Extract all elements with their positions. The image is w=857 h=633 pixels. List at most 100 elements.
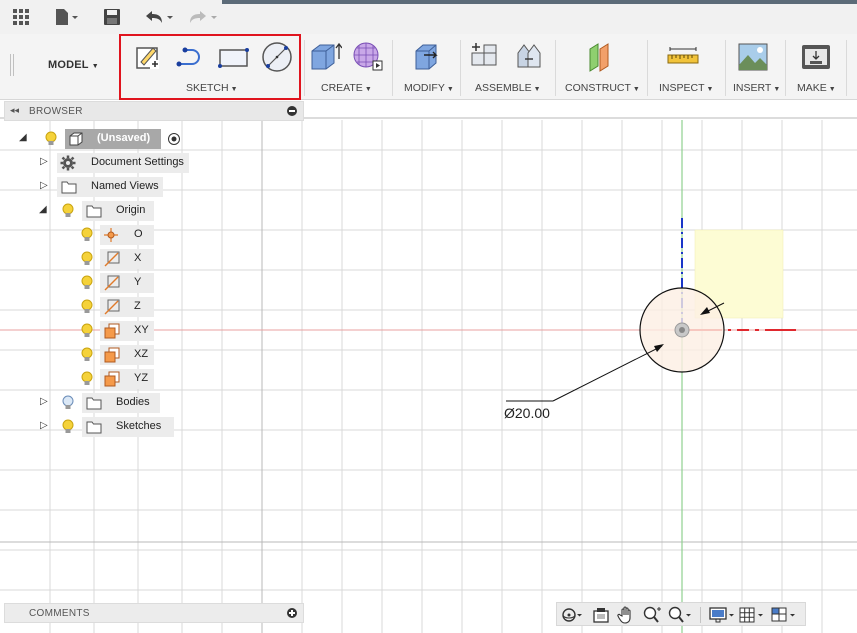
browser-item-label: XY: [134, 324, 149, 336]
ribbon-grip[interactable]: [10, 54, 14, 76]
visibility-bulb-icon[interactable]: [61, 394, 75, 412]
ribbon-separator: [460, 40, 461, 96]
make-group-menu[interactable]: MAKE ▼: [797, 82, 836, 94]
browser-panel-header[interactable]: ◂◂ BROWSER: [4, 101, 304, 121]
plane-icon: [104, 347, 120, 363]
add-comment-icon[interactable]: [287, 608, 297, 618]
visibility-bulb-icon[interactable]: [44, 130, 58, 148]
offset-plane-icon[interactable]: [584, 40, 618, 74]
expand-triangle-icon[interactable]: ▷: [40, 156, 48, 167]
expand-triangle-icon[interactable]: ◢: [19, 132, 27, 143]
browser-item-sketches[interactable]: ▷ Sketches: [0, 416, 200, 438]
expand-triangle-icon[interactable]: ◢: [39, 204, 47, 215]
collapse-panel-icon[interactable]: ◂◂: [10, 105, 19, 116]
orbit-icon[interactable]: [560, 606, 584, 624]
browser-item-xy-plane[interactable]: XY: [0, 320, 200, 342]
visibility-bulb-icon[interactable]: [80, 298, 94, 316]
axis-icon: [104, 251, 120, 267]
ribbon-separator: [725, 40, 726, 96]
browser-item-named-views[interactable]: ▷ Named Views: [0, 176, 200, 198]
axis-icon: [104, 299, 120, 315]
visibility-bulb-icon[interactable]: [80, 370, 94, 388]
nav-separator: [700, 607, 701, 623]
insert-image-icon[interactable]: [736, 40, 770, 74]
expand-triangle-icon[interactable]: ▷: [40, 396, 48, 407]
data-panel-grid-icon[interactable]: [12, 8, 30, 26]
browser-item-xz-plane[interactable]: XZ: [0, 344, 200, 366]
plane-icon: [104, 323, 120, 339]
chevron-down-icon: ▼: [828, 86, 836, 93]
visibility-bulb-icon[interactable]: [80, 226, 94, 244]
insert-group-menu[interactable]: INSERT ▼: [733, 82, 780, 94]
3d-print-icon[interactable]: [799, 40, 833, 74]
title-stripe: [222, 0, 857, 4]
modify-group-menu[interactable]: MODIFY ▼: [404, 82, 454, 94]
browser-item-origin[interactable]: ◢ Origin: [0, 200, 200, 222]
expand-triangle-icon[interactable]: ▷: [40, 420, 48, 431]
joint-icon[interactable]: [512, 40, 546, 74]
visibility-bulb-icon[interactable]: [80, 250, 94, 268]
folder-icon: [61, 181, 77, 194]
undo-icon[interactable]: [143, 8, 175, 26]
visibility-bulb-icon[interactable]: [80, 322, 94, 340]
folder-icon: [86, 397, 102, 410]
browser-item-label: YZ: [134, 372, 149, 384]
measure-icon[interactable]: [666, 40, 700, 74]
browser-root-node[interactable]: ◢ (Unsaved): [0, 128, 200, 150]
browser-item-z-axis[interactable]: Z: [0, 296, 200, 318]
gear-icon: [60, 155, 76, 171]
expand-triangle-icon[interactable]: ▷: [40, 180, 48, 191]
browser-item-label: O: [134, 228, 143, 240]
form-create-icon[interactable]: [350, 40, 384, 74]
display-settings-icon[interactable]: [709, 606, 737, 624]
browser-item-document-settings[interactable]: ▷ Document Settings: [0, 152, 200, 174]
chevron-down-icon: ▼: [91, 63, 99, 70]
axis-icon: [104, 275, 120, 291]
zoom-window-icon[interactable]: [642, 606, 662, 624]
sketch-group-highlight: [119, 34, 301, 100]
pan-hand-icon[interactable]: [617, 606, 635, 624]
comments-panel-header[interactable]: COMMENTS: [4, 603, 304, 623]
assemble-group-menu[interactable]: ASSEMBLE ▼: [475, 82, 541, 94]
browser-item-x-axis[interactable]: X: [0, 248, 200, 270]
component-icon: [69, 132, 83, 146]
create-group-menu[interactable]: CREATE ▼: [321, 82, 372, 94]
browser-item-label: XZ: [134, 348, 149, 360]
press-pull-icon[interactable]: [410, 40, 444, 74]
folder-icon: [86, 205, 102, 218]
file-menu-icon[interactable]: [54, 8, 80, 26]
browser-item-y-axis[interactable]: Y: [0, 272, 200, 294]
fusion-app-window: Ø20.00 MODEL ▼ SKETCH ▼ CREATE ▼ MODIFY …: [0, 0, 857, 633]
save-icon[interactable]: [103, 8, 121, 26]
new-component-icon[interactable]: [468, 40, 502, 74]
chevron-down-icon: ▼: [533, 86, 541, 93]
browser-item-origin-point[interactable]: O: [0, 224, 200, 246]
zoom-icon[interactable]: [667, 606, 693, 624]
look-at-icon[interactable]: [592, 606, 610, 624]
browser-item-yz-plane[interactable]: YZ: [0, 368, 200, 390]
grid-snap-icon[interactable]: [739, 606, 767, 624]
visibility-bulb-icon[interactable]: [61, 202, 75, 220]
workspace-switcher[interactable]: MODEL ▼: [48, 59, 99, 71]
diameter-dimension[interactable]: Ø20.00: [504, 405, 550, 421]
viewports-icon[interactable]: [771, 606, 799, 624]
inspect-group-menu[interactable]: INSPECT ▼: [659, 82, 713, 94]
redo-icon[interactable]: [187, 8, 219, 26]
ribbon-separator: [846, 40, 847, 96]
ribbon-separator: [785, 40, 786, 96]
minimize-panel-icon[interactable]: [287, 106, 297, 116]
activate-radio-icon[interactable]: [167, 132, 181, 146]
navigation-bar: [556, 602, 806, 626]
browser-item-label: X: [134, 252, 142, 264]
chevron-down-icon: ▼: [632, 86, 640, 93]
visibility-bulb-icon[interactable]: [80, 274, 94, 292]
construct-group-menu[interactable]: CONSTRUCT ▼: [565, 82, 640, 94]
folder-icon: [86, 421, 102, 434]
browser-title: BROWSER: [29, 106, 83, 117]
browser-item-bodies[interactable]: ▷ Bodies: [0, 392, 200, 414]
visibility-bulb-icon[interactable]: [80, 346, 94, 364]
origin-point-icon: [104, 228, 118, 242]
ribbon-separator: [392, 40, 393, 96]
extrude-icon[interactable]: [308, 40, 342, 74]
visibility-bulb-icon[interactable]: [61, 418, 75, 436]
